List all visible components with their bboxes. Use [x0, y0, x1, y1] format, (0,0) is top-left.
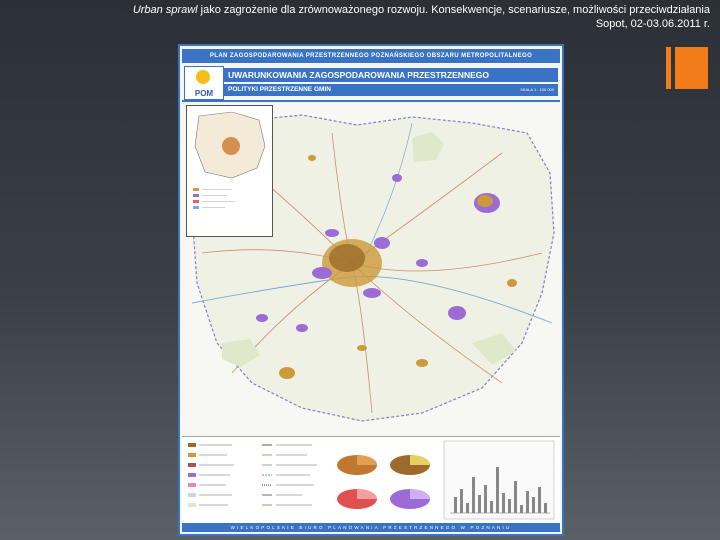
inset-city [222, 137, 240, 155]
development-zone [392, 174, 402, 182]
accent-bar-thin [666, 47, 671, 89]
legend-drawing [188, 440, 555, 520]
urban-area [308, 155, 316, 161]
urban-area [477, 195, 493, 207]
separator-line [182, 100, 560, 102]
development-zone [448, 306, 466, 320]
urban-area [507, 279, 517, 287]
map-area [182, 103, 560, 433]
sub-title: POLITYKI PRZESTRZENNE GMIN [224, 84, 558, 96]
bar-chart-block [443, 440, 555, 520]
slide-header-line2: Sopot, 02-03.06.2011 r. [595, 18, 710, 30]
poster-inner: PLAN ZAGOSPODAROWANIA PRZESTRZENNEGO POZ… [180, 46, 562, 534]
inset-legend-swatch [193, 206, 199, 209]
legend-area [182, 436, 560, 523]
pie-chart-block [337, 455, 430, 509]
slide-header-line1: Urban sprawl jako zagrożenie dla zrównow… [20, 3, 710, 17]
inset-legend-swatch [193, 200, 199, 203]
development-zone [416, 259, 428, 267]
slide-header: Urban sprawl jako zagrożenie dla zrównow… [20, 3, 710, 31]
sun-icon [196, 70, 210, 84]
plan-poster: PLAN ZAGOSPODAROWANIA PRZESTRZENNEGO POZ… [178, 44, 564, 536]
slide-header-rest: jako zagrożenie dla zrównoważonego rozwo… [197, 4, 710, 16]
inset-map [186, 105, 273, 237]
accent-bars [666, 47, 708, 89]
pom-logo-text: POM [194, 89, 214, 98]
urban-area [357, 345, 367, 351]
main-title: UWARUNKOWANIA ZAGOSPODAROWANIA PRZESTRZE… [224, 68, 558, 82]
development-zone [374, 237, 390, 249]
accent-bar-wide [675, 47, 708, 89]
scale-label: SKALA 1 : 100 000 [520, 87, 554, 92]
development-zone [363, 288, 381, 298]
urban-area [416, 359, 428, 367]
footer-band: WIELKOPOLSKIE BIURO PLANOWANIA PRZESTRZE… [182, 523, 560, 532]
pom-logo: POM [184, 66, 224, 100]
urban-area [329, 244, 365, 272]
development-zone [325, 229, 339, 237]
development-zone [296, 324, 308, 332]
development-zone [256, 314, 268, 322]
urban-area [279, 367, 295, 379]
inset-legend-swatch [193, 188, 199, 191]
inset-map-drawing [193, 111, 266, 209]
development-zone [312, 267, 332, 279]
plan-title: PLAN ZAGOSPODAROWANIA PRZESTRZENNEGO POZ… [182, 49, 560, 63]
legend-column-1 [188, 443, 234, 507]
slide-header-italic: Urban sprawl [132, 4, 198, 16]
inset-legend-swatch [193, 194, 199, 197]
legend-column-2 [262, 444, 317, 506]
